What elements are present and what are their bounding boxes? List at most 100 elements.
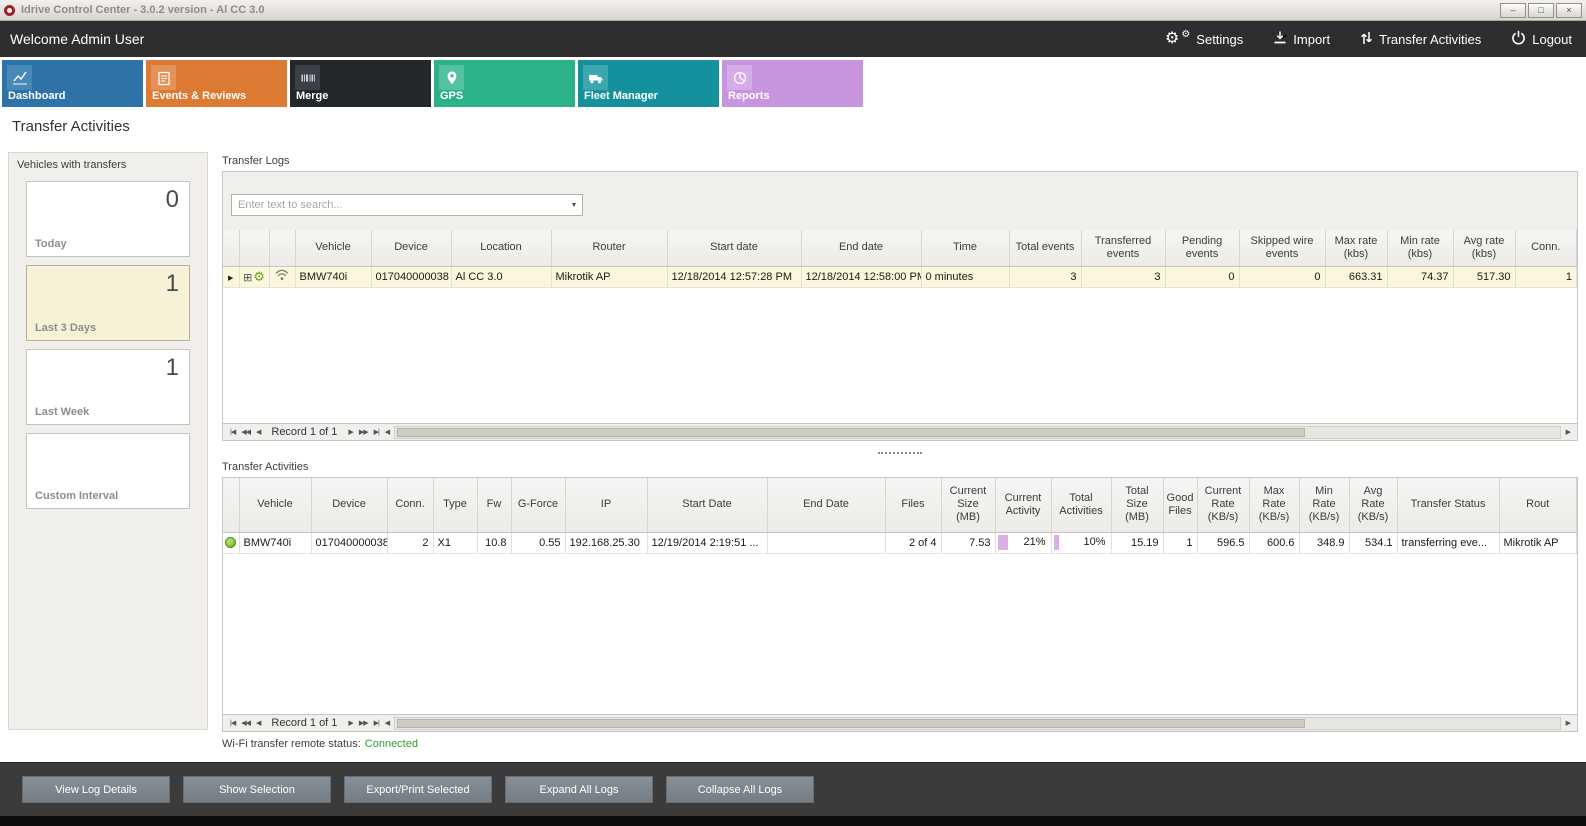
act-header-ip[interactable]: IP <box>565 478 647 532</box>
collapse-all-logs-button[interactable]: Collapse All Logs <box>666 776 814 803</box>
act-avg-rate-cell[interactable]: 534.1 <box>1349 532 1397 553</box>
log-avg-rate-cell[interactable]: 517.30 <box>1453 266 1515 287</box>
act-files-cell[interactable]: 2 of 4 <box>885 532 941 553</box>
act-header-transfer-status[interactable]: Transfer Status <box>1397 478 1499 532</box>
act-current-rate-cell[interactable]: 596.5 <box>1197 532 1249 553</box>
act-header-files[interactable]: Files <box>885 478 941 532</box>
row-expand-cell[interactable]: ⊞⚙ <box>239 266 269 287</box>
logs-header-time[interactable]: Time <box>921 230 1009 266</box>
act-header-max-rate[interactable]: Max Rate (KB/s) <box>1249 478 1299 532</box>
dropdown-arrow-icon[interactable]: ▼ <box>566 202 582 209</box>
log-skipped-wire-events-cell[interactable]: 0 <box>1239 266 1325 287</box>
scroll-right-button[interactable]: ▶ <box>1563 428 1573 436</box>
logs-header-avg-rate[interactable]: Avg rate (kbs) <box>1453 230 1515 266</box>
nav-next-page-button[interactable]: ▶▶ <box>356 719 371 727</box>
act-header-start-date[interactable]: Start Date <box>647 478 767 532</box>
act-conn-cell[interactable]: 2 <box>387 532 433 553</box>
filter-card-today[interactable]: 0 Today <box>26 181 190 257</box>
log-router-cell[interactable]: Mikrotik AP <box>551 266 667 287</box>
activities-horizontal-scrollbar[interactable] <box>394 717 1560 730</box>
tile-fleet-manager[interactable]: Fleet Manager <box>578 60 719 107</box>
act-start-date-cell[interactable]: 12/19/2014 2:19:51 ... <box>647 532 767 553</box>
nav-next-button[interactable]: ▶ <box>345 719 355 727</box>
activities-table-row[interactable]: BMW740i 017040000038 2 X1 10.8 0.55 192.… <box>223 532 1577 553</box>
act-header-good-files[interactable]: Good Files <box>1163 478 1197 532</box>
act-header-device[interactable]: Device <box>311 478 387 532</box>
logs-header-router[interactable]: Router <box>551 230 667 266</box>
act-header-end-date[interactable]: End Date <box>767 478 885 532</box>
act-header-current-size[interactable]: Current Size (MB) <box>941 478 995 532</box>
nav-first-button[interactable]: |◀ <box>227 428 238 436</box>
filter-card-last-week[interactable]: 1 Last Week <box>26 349 190 425</box>
act-header-total-size[interactable]: Total Size (MB) <box>1111 478 1163 532</box>
logs-header-total-events[interactable]: Total events <box>1009 230 1081 266</box>
log-pending-events-cell[interactable]: 0 <box>1165 266 1239 287</box>
logs-horizontal-scrollbar[interactable] <box>394 426 1560 439</box>
nav-last-button[interactable]: ▶| <box>371 428 382 436</box>
log-vehicle-cell[interactable]: BMW740i <box>295 266 371 287</box>
log-start-date-cell[interactable]: 12/18/2014 12:57:28 PM <box>667 266 801 287</box>
tile-events-reviews[interactable]: Events & Reviews <box>146 60 287 107</box>
act-total-activities-cell[interactable]: 10% <box>1051 532 1111 553</box>
scroll-right-button[interactable]: ▶ <box>1563 719 1573 727</box>
logs-header-transferred-events[interactable]: Transferred events <box>1081 230 1165 266</box>
close-button[interactable]: × <box>1556 3 1582 18</box>
act-type-cell[interactable]: X1 <box>433 532 477 553</box>
logs-header-pending-events[interactable]: Pending events <box>1165 230 1239 266</box>
act-header-min-rate[interactable]: Min Rate (KB/s) <box>1299 478 1349 532</box>
act-min-rate-cell[interactable]: 348.9 <box>1299 532 1349 553</box>
logs-header-end-date[interactable]: End date <box>801 230 921 266</box>
logs-header-vehicle[interactable]: Vehicle <box>295 230 371 266</box>
tile-gps[interactable]: GPS <box>434 60 575 107</box>
act-ip-cell[interactable]: 192.168.25.30 <box>565 532 647 553</box>
logout-button[interactable]: Logout <box>1511 30 1572 48</box>
act-fw-cell[interactable]: 10.8 <box>477 532 511 553</box>
act-header-conn[interactable]: Conn. <box>387 478 433 532</box>
tile-merge[interactable]: Merge <box>290 60 431 107</box>
transfer-activities-button[interactable]: Transfer Activities <box>1360 31 1481 48</box>
act-header-current-rate[interactable]: Current Rate (KB/s) <box>1197 478 1249 532</box>
logs-scrollbar-thumb[interactable] <box>397 428 1305 437</box>
settings-button[interactable]: ⚙⚙ Settings <box>1165 32 1243 47</box>
scroll-left-button[interactable]: ◀ <box>382 719 392 727</box>
log-transferred-events-cell[interactable]: 3 <box>1081 266 1165 287</box>
logs-header-device[interactable]: Device <box>371 230 451 266</box>
nav-prev-page-button[interactable]: ◀◀ <box>238 428 253 436</box>
activities-scrollbar-thumb[interactable] <box>397 719 1305 728</box>
panel-splitter[interactable] <box>222 449 1578 457</box>
logs-search-input[interactable] <box>232 199 566 211</box>
act-device-cell[interactable]: 017040000038 <box>311 532 387 553</box>
logs-header-location[interactable]: Location <box>451 230 551 266</box>
act-header-current-activity[interactable]: Current Activity <box>995 478 1051 532</box>
act-router-cell[interactable]: Mikrotik AP <box>1499 532 1577 553</box>
tile-dashboard[interactable]: Dashboard <box>2 60 143 107</box>
act-current-size-cell[interactable]: 7.53 <box>941 532 995 553</box>
nav-prev-button[interactable]: ◀ <box>253 428 263 436</box>
logs-table-row[interactable]: ▶ ⊞⚙ BMW740i 017040000038 Al CC 3.0 Mikr… <box>223 266 1577 287</box>
act-header-router[interactable]: Rout <box>1499 478 1577 532</box>
logs-header-start-date[interactable]: Start date <box>667 230 801 266</box>
view-log-details-button[interactable]: View Log Details <box>22 776 170 803</box>
act-current-activity-cell[interactable]: 21% <box>995 532 1051 553</box>
nav-next-button[interactable]: ▶ <box>345 428 355 436</box>
act-header-avg-rate[interactable]: Avg Rate (KB/s) <box>1349 478 1397 532</box>
nav-prev-page-button[interactable]: ◀◀ <box>238 719 253 727</box>
log-min-rate-cell[interactable]: 74.37 <box>1387 266 1453 287</box>
logs-header-min-rate[interactable]: Min rate (kbs) <box>1387 230 1453 266</box>
maximize-button[interactable]: □ <box>1528 3 1554 18</box>
expand-all-logs-button[interactable]: Expand All Logs <box>505 776 653 803</box>
act-header-g-force[interactable]: G-Force <box>511 478 565 532</box>
nav-next-page-button[interactable]: ▶▶ <box>356 428 371 436</box>
act-total-size-cell[interactable]: 15.19 <box>1111 532 1163 553</box>
act-vehicle-cell[interactable]: BMW740i <box>239 532 311 553</box>
import-button[interactable]: Import <box>1273 31 1330 47</box>
nav-last-button[interactable]: ▶| <box>371 719 382 727</box>
act-max-rate-cell[interactable]: 600.6 <box>1249 532 1299 553</box>
export-print-selected-button[interactable]: Export/Print Selected <box>344 776 492 803</box>
filter-card-last-3-days[interactable]: 1 Last 3 Days <box>26 265 190 341</box>
log-location-cell[interactable]: Al CC 3.0 <box>451 266 551 287</box>
act-good-files-cell[interactable]: 1 <box>1163 532 1197 553</box>
expand-plus-icon[interactable]: ⊞ <box>243 272 252 284</box>
act-header-total-activities[interactable]: Total Activities <box>1051 478 1111 532</box>
nav-first-button[interactable]: |◀ <box>227 719 238 727</box>
